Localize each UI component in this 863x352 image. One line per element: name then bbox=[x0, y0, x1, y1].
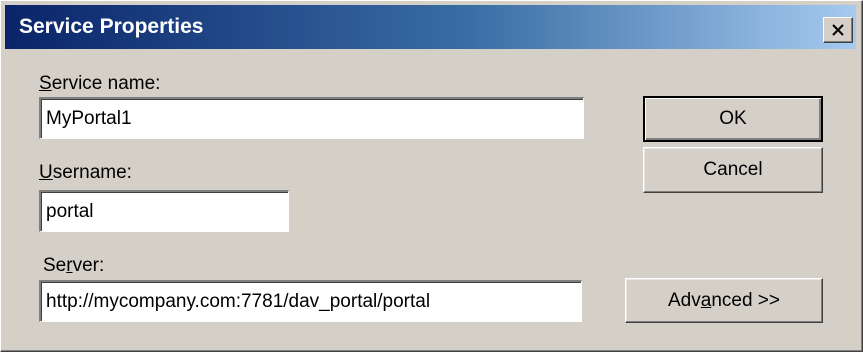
service-name-label-mnemonic: S bbox=[39, 73, 52, 94]
ok-button-label: OK bbox=[719, 108, 747, 129]
window-title: Service Properties bbox=[19, 15, 204, 38]
advanced-label-mnemonic: a bbox=[700, 290, 712, 311]
advanced-button-label: Advanced >> bbox=[668, 279, 780, 322]
username-label-mnemonic: U bbox=[39, 162, 53, 183]
server-value: http://mycompany.com:7781/dav_portal/por… bbox=[46, 291, 431, 312]
username-label-text: sername: bbox=[52, 162, 132, 183]
ok-button[interactable]: OK bbox=[643, 96, 823, 142]
service-name-label: Service name: bbox=[39, 73, 160, 95]
close-button[interactable] bbox=[823, 17, 853, 43]
username-label: Username: bbox=[39, 162, 132, 184]
cancel-button[interactable]: Cancel bbox=[643, 147, 823, 193]
close-icon bbox=[832, 24, 844, 36]
username-value: portal bbox=[46, 201, 94, 222]
server-label-prefix: Se bbox=[43, 255, 67, 276]
service-name-input[interactable]: MyPortal1 bbox=[39, 97, 584, 139]
advanced-button[interactable]: Advanced >> bbox=[625, 278, 823, 323]
service-properties-dialog: Service Properties Service name: MyPorta… bbox=[0, 0, 863, 352]
server-label: Server: bbox=[43, 255, 104, 277]
server-label-text: ver: bbox=[72, 255, 105, 276]
service-name-label-text: ervice name: bbox=[51, 73, 161, 94]
server-input[interactable]: http://mycompany.com:7781/dav_portal/por… bbox=[39, 280, 582, 322]
title-bar[interactable]: Service Properties bbox=[5, 5, 856, 49]
service-name-value: MyPortal1 bbox=[46, 108, 132, 129]
advanced-label-rest: nced >> bbox=[711, 290, 780, 311]
cancel-button-label: Cancel bbox=[703, 159, 763, 180]
username-input[interactable]: portal bbox=[39, 190, 289, 232]
advanced-label-prefix: Adv bbox=[668, 290, 701, 311]
